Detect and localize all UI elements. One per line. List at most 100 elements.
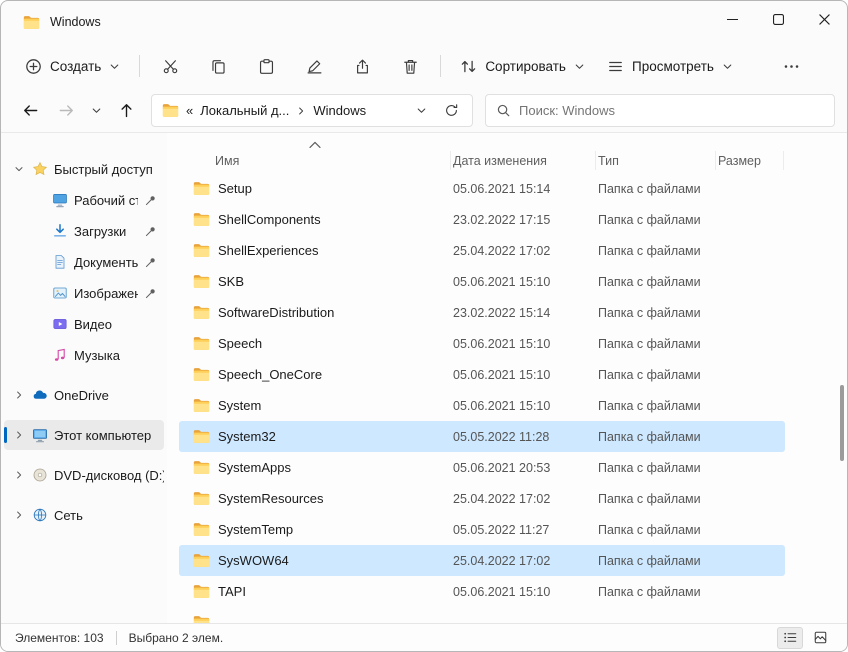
back-arrow-icon bbox=[22, 102, 39, 119]
sidebar-item[interactable]: Изображения bbox=[4, 278, 164, 308]
cut-icon bbox=[162, 58, 179, 75]
sidebar-item[interactable]: Рабочий стол bbox=[4, 185, 164, 215]
column-header-date-modified[interactable]: Дата изменения bbox=[451, 151, 596, 170]
rename-button[interactable] bbox=[293, 49, 335, 83]
breadcrumb-item-windows[interactable]: Windows bbox=[313, 103, 366, 118]
file-row[interactable]: SysWOW6425.04.2022 17:02Папка с файлами bbox=[179, 545, 785, 576]
folder-icon bbox=[193, 460, 210, 475]
file-date-modified: 05.06.2021 15:10 bbox=[451, 275, 596, 289]
chevron-down-icon[interactable] bbox=[12, 164, 26, 174]
column-header-type[interactable]: Тип bbox=[596, 151, 716, 170]
file-row[interactable]: SKB05.06.2021 15:10Папка с файлами bbox=[179, 266, 785, 297]
sidebar-item[interactable]: Сеть bbox=[4, 500, 164, 530]
file-date-modified: 23.02.2022 15:14 bbox=[451, 306, 596, 320]
file-row[interactable]: Speech05.06.2021 15:10Папка с файлами bbox=[179, 328, 785, 359]
sidebar-item[interactable]: Документы bbox=[4, 247, 164, 277]
create-button[interactable]: Создать bbox=[15, 49, 130, 83]
chevron-right-icon[interactable] bbox=[12, 510, 26, 520]
sort-ascending-icon bbox=[308, 141, 322, 149]
statusbar-divider bbox=[116, 631, 117, 645]
sidebar-item[interactable]: Этот компьютер bbox=[4, 420, 164, 450]
file-date-modified: 23.02.2022 17:15 bbox=[451, 213, 596, 227]
file-name: SystemResources bbox=[218, 491, 323, 506]
copy-button[interactable] bbox=[197, 49, 239, 83]
details-view-button[interactable] bbox=[777, 627, 803, 649]
file-name: ShellComponents bbox=[218, 212, 321, 227]
share-button[interactable] bbox=[341, 49, 383, 83]
more-options-button[interactable] bbox=[771, 49, 813, 83]
folder-icon bbox=[193, 181, 210, 196]
address-dropdown-button[interactable] bbox=[410, 96, 432, 126]
search-input[interactable] bbox=[519, 103, 824, 118]
file-date-modified: 05.06.2021 15:10 bbox=[451, 399, 596, 413]
file-row[interactable]: SystemApps05.06.2021 20:53Папка с файлам… bbox=[179, 452, 785, 483]
folder-icon bbox=[193, 553, 210, 568]
sort-button[interactable]: Сортировать bbox=[450, 49, 595, 83]
documents-icon bbox=[52, 254, 68, 270]
breadcrumb-separator-icon bbox=[296, 106, 306, 116]
sidebar-item[interactable]: OneDrive bbox=[4, 380, 164, 410]
window-title-area: Windows bbox=[1, 1, 101, 43]
sidebar-item[interactable]: Загрузки bbox=[4, 216, 164, 246]
back-button[interactable] bbox=[13, 96, 47, 126]
file-type: Папка с файлами bbox=[596, 585, 716, 599]
chevron-right-icon[interactable] bbox=[12, 390, 26, 400]
file-row[interactable]: System05.06.2021 15:10Папка с файлами bbox=[179, 390, 785, 421]
delete-button[interactable] bbox=[389, 49, 431, 83]
sidebar-item-label: OneDrive bbox=[54, 388, 164, 403]
file-row[interactable]: ShellComponents23.02.2022 17:15Папка с ф… bbox=[179, 204, 785, 235]
file-row[interactable]: SystemResources25.04.2022 17:02Папка с ф… bbox=[179, 483, 785, 514]
close-button[interactable] bbox=[801, 1, 847, 37]
file-row[interactable]: ShellExperiences25.04.2022 17:02Папка с … bbox=[179, 235, 785, 266]
refresh-button[interactable] bbox=[434, 96, 468, 126]
maximize-button[interactable] bbox=[755, 1, 801, 37]
column-header-size[interactable]: Размер bbox=[716, 151, 784, 170]
network-icon bbox=[32, 507, 48, 523]
window-folder-icon bbox=[23, 15, 40, 30]
cut-button[interactable] bbox=[149, 49, 191, 83]
forward-button[interactable] bbox=[49, 96, 83, 126]
share-icon bbox=[354, 58, 371, 75]
file-type: Папка с файлами bbox=[596, 461, 716, 475]
toolbar-actions bbox=[149, 49, 431, 83]
more-icon bbox=[783, 58, 800, 75]
up-button[interactable] bbox=[109, 96, 143, 126]
sidebar-item[interactable]: Музыка bbox=[4, 340, 164, 370]
vertical-scrollbar-thumb[interactable] bbox=[840, 385, 844, 461]
view-button[interactable]: Просмотреть bbox=[597, 49, 743, 83]
chevron-down-icon bbox=[574, 61, 585, 72]
sidebar-item[interactable]: Видео bbox=[4, 309, 164, 339]
sidebar-item[interactable]: DVD-дисковод (D:) bbox=[4, 460, 164, 490]
dvd-icon bbox=[32, 467, 48, 483]
sidebar-item[interactable]: Быстрый доступ bbox=[4, 154, 164, 184]
file-name: Speech bbox=[218, 336, 262, 351]
file-date-modified: 05.06.2021 15:10 bbox=[451, 337, 596, 351]
breadcrumb-overflow[interactable]: « bbox=[186, 103, 193, 118]
file-type: Папка с файлами bbox=[596, 492, 716, 506]
file-row[interactable]: SystemTemp05.05.2022 11:27Папка с файлам… bbox=[179, 514, 785, 545]
file-row[interactable]: TAPI05.06.2021 15:10Папка с файлами bbox=[179, 576, 785, 607]
recent-locations-button[interactable] bbox=[85, 96, 107, 126]
file-date-modified: 05.06.2021 15:14 bbox=[451, 182, 596, 196]
file-date-modified: 25.04.2022 17:02 bbox=[451, 554, 596, 568]
paste-button[interactable] bbox=[245, 49, 287, 83]
search-box[interactable] bbox=[485, 94, 835, 127]
file-date-modified: 05.06.2021 15:10 bbox=[451, 585, 596, 599]
view-label: Просмотреть bbox=[632, 59, 714, 74]
chevron-right-icon[interactable] bbox=[12, 430, 26, 440]
file-row[interactable]: System3205.05.2022 11:28Папка с файлами bbox=[179, 421, 785, 452]
folder-icon bbox=[193, 615, 210, 623]
column-header-name[interactable]: Имя bbox=[179, 151, 451, 170]
file-type: Папка с файлами bbox=[596, 182, 716, 196]
file-row[interactable]: Setup05.06.2021 15:14Папка с файлами bbox=[179, 173, 785, 204]
file-row[interactable]: Speech_OneCore05.06.2021 15:10Папка с фа… bbox=[179, 359, 785, 390]
paste-icon bbox=[258, 58, 275, 75]
chevron-right-icon[interactable] bbox=[12, 470, 26, 480]
minimize-button[interactable] bbox=[709, 1, 755, 37]
breadcrumb-item-drive[interactable]: Локальный д... bbox=[200, 103, 289, 118]
thumbnails-view-button[interactable] bbox=[807, 627, 833, 649]
file-row[interactable]: SoftwareDistribution23.02.2022 15:14Папк… bbox=[179, 297, 785, 328]
address-bar[interactable]: « Локальный д... Windows bbox=[151, 94, 473, 127]
file-row-partial[interactable] bbox=[179, 607, 785, 623]
file-name: System bbox=[218, 398, 261, 413]
